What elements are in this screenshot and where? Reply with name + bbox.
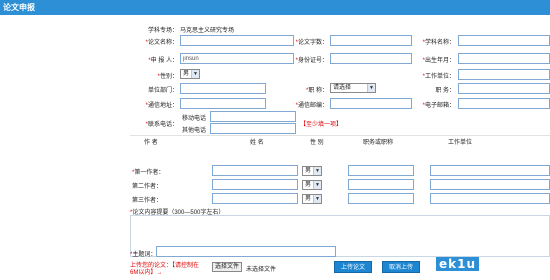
author-gender-select[interactable]: 男 ▼ — [302, 194, 322, 204]
title-select[interactable]: 请选择 ▼ — [330, 83, 376, 93]
author-gender-select[interactable]: 男 ▼ — [302, 166, 322, 176]
position-input[interactable] — [458, 83, 550, 94]
applicant-label: *申 报 人： — [148, 58, 178, 64]
authors-header-unit: 工作单位 — [448, 140, 473, 146]
title-label: *职 称： — [305, 88, 328, 94]
work-unit-input[interactable] — [458, 69, 550, 80]
keywords-input[interactable] — [156, 246, 336, 257]
discipline-input[interactable] — [458, 35, 550, 46]
birth-date-input[interactable] — [458, 53, 550, 64]
position-label: 职 务： — [435, 88, 455, 94]
author-job-input[interactable] — [348, 179, 414, 190]
subject-label: 学科专场： — [148, 28, 179, 34]
no-file-text: 未选择文件 — [246, 267, 277, 273]
author-row-label: 第二作者： — [132, 184, 163, 190]
author-job-input[interactable] — [348, 193, 414, 204]
word-count-label: *论文字数： — [295, 40, 328, 46]
postcode-input[interactable] — [330, 98, 412, 109]
gender-label: *性别： — [157, 74, 178, 80]
unit-dept-input[interactable] — [180, 83, 266, 94]
upload-button[interactable]: 上传论文 — [334, 261, 372, 273]
email-input[interactable] — [458, 98, 550, 109]
discipline-label: *学科名称： — [422, 40, 455, 46]
paper-name-label: *论文名称： — [145, 40, 178, 46]
birth-date-label: *出生年月： — [422, 58, 455, 64]
keywords-label: *主题词： — [130, 252, 157, 258]
cancel-upload-button[interactable]: 取消上传 — [382, 261, 420, 273]
word-count-input[interactable] — [330, 35, 412, 46]
author-gender-select[interactable]: 男 ▼ — [302, 180, 322, 190]
id-number-input[interactable] — [330, 53, 412, 64]
gender-select[interactable]: 男 ▼ — [180, 69, 200, 79]
upload-label-limit: 6M以内】→ — [130, 270, 163, 276]
authors-header-author: 作 者 — [144, 140, 158, 146]
page-title: 论文申报 — [3, 3, 35, 12]
author-name-input[interactable] — [212, 193, 298, 204]
mobile-phone-input[interactable] — [210, 111, 296, 122]
phone-hint: 【至少填一项】 — [300, 122, 343, 128]
author-unit-input[interactable] — [430, 179, 550, 190]
chevron-down-icon: ▼ — [313, 167, 321, 175]
paper-application-form: 学科专场： 马克思主义研究专场 *论文名称： *论文字数： *学科名称： *申 … — [130, 21, 550, 280]
mobile-phone-label: 移动电话 — [182, 116, 207, 122]
other-phone-input[interactable] — [210, 123, 296, 134]
applicant-input[interactable] — [180, 53, 294, 64]
author-job-input[interactable] — [348, 165, 414, 176]
page-header: 论文申报 — [0, 0, 550, 15]
unit-dept-label: 单位部门： — [147, 88, 178, 94]
chevron-down-icon: ▼ — [367, 84, 375, 92]
address-input[interactable] — [180, 98, 266, 109]
email-label: *电子邮箱： — [422, 103, 455, 109]
address-label: *通信地址： — [145, 103, 178, 109]
other-phone-label: 其他电话 — [182, 128, 207, 134]
chevron-down-icon: ▼ — [191, 70, 199, 78]
author-row-label: 第三作者： — [132, 198, 163, 204]
divider — [130, 135, 550, 136]
chevron-down-icon: ▼ — [313, 195, 321, 203]
choose-file-button[interactable]: 选择文件 — [212, 262, 243, 272]
author-row-label: *第一作者： — [132, 170, 165, 176]
phone-label: *联系电话： — [145, 122, 178, 128]
author-name-input[interactable] — [212, 165, 298, 176]
authors-header-gender: 性 别 — [310, 140, 324, 146]
postcode-label: *通信邮编： — [295, 103, 328, 109]
author-unit-input[interactable] — [430, 193, 550, 204]
id-number-label: *身份证号： — [295, 58, 328, 64]
subject-value: 马克思主义研究专场 — [180, 28, 235, 34]
authors-header-job: 职务或职称 — [363, 140, 394, 146]
chevron-down-icon: ▼ — [313, 181, 321, 189]
work-unit-label: *工作单位： — [422, 74, 455, 80]
author-unit-input[interactable] — [430, 165, 550, 176]
watermark-logo: ek1u — [436, 257, 480, 271]
author-name-input[interactable] — [212, 179, 298, 190]
authors-header-name: 姓 名 — [250, 140, 264, 146]
paper-name-input[interactable] — [180, 35, 294, 46]
